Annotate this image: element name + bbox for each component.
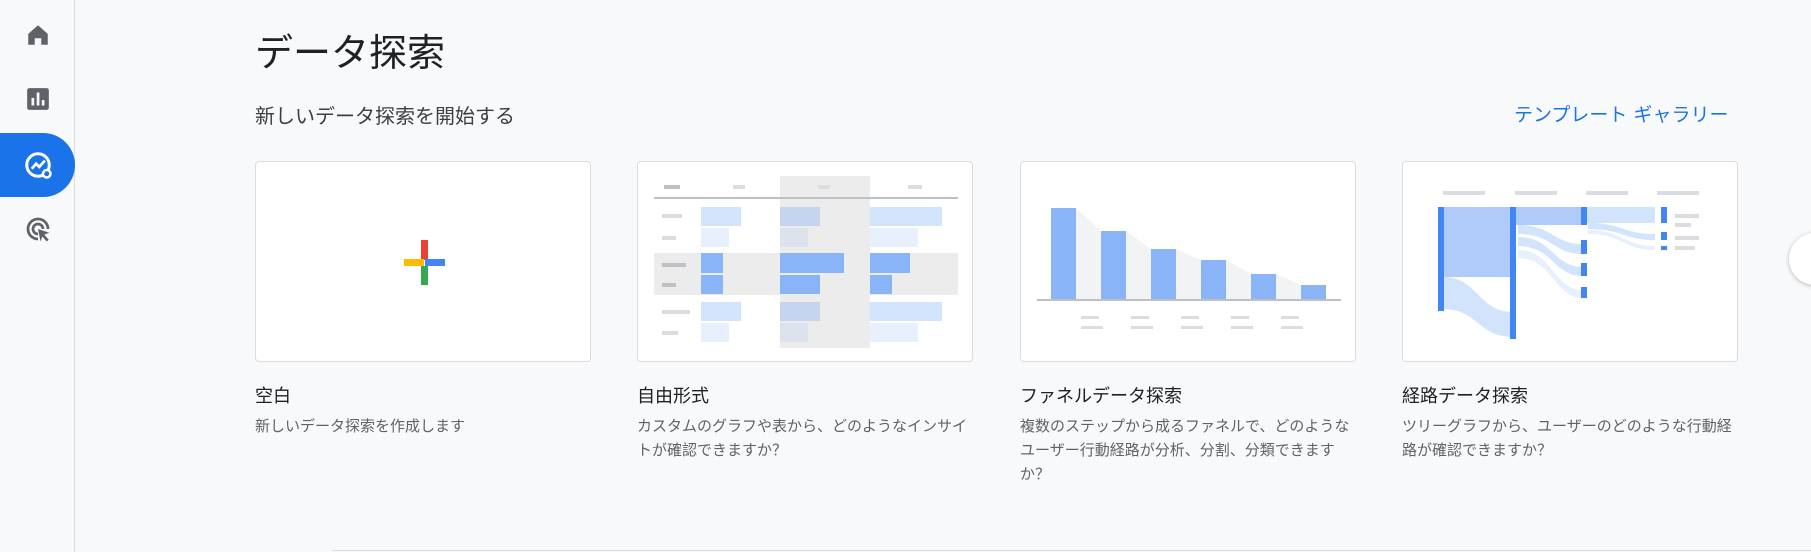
advertising-icon [26,217,49,242]
nav-explore[interactable] [0,133,75,197]
card-title: 経路データ探索 [1402,386,1528,407]
plus-icon [404,240,445,285]
card-thumbnail[interactable] [637,161,973,362]
nav-advertising[interactable] [0,197,75,261]
explore-icon [24,152,52,179]
card-blank[interactable]: 空白 新しいデータ探索を作成します [255,161,591,438]
carousel-next-button[interactable] [1789,233,1811,285]
table-illustration [654,176,958,348]
home-icon [27,25,48,45]
section-divider [332,550,1811,551]
nav-reports[interactable] [0,67,75,131]
card-description: ツリーグラフから、ユーザーのどのような行動経路が確認できますか？ [1402,417,1732,459]
card-description: 複数のステップから成るファネルで、どのようなユーザー行動経路が分析、分割、分類で… [1020,417,1350,483]
reports-icon [26,88,49,110]
template-gallery-link[interactable]: テンプレート ギャラリー [1514,100,1728,127]
section-subtitle: 新しいデータ探索を開始する [255,104,515,128]
main-content: データ探索 新しいデータ探索を開始する テンプレート ギャラリー 空白 新しいデ… [75,0,1811,552]
card-path[interactable]: 経路データ探索 ツリーグラフから、ユーザーのどのような行動経路が確認できますか？ [1402,161,1738,462]
card-free-form[interactable]: 自由形式 カスタムのグラフや表から、どのようなインサイトが確認できますか？ [637,161,973,462]
card-thumbnail[interactable] [1402,161,1738,362]
path-illustration [1438,191,1699,339]
page-title: データ探索 [255,31,446,75]
card-title: 空白 [255,386,291,407]
card-title: 自由形式 [637,386,709,407]
card-description: 新しいデータ探索を作成します [255,417,466,435]
chevron-right-icon [1804,248,1811,270]
funnel-illustration [1037,208,1341,329]
nav-home[interactable] [0,3,75,67]
card-description: カスタムのグラフや表から、どのようなインサイトが確認できますか？ [637,417,968,459]
card-funnel[interactable]: ファネルデータ探索 複数のステップから成るファネルで、どのようなユーザー行動経路… [1020,161,1356,486]
card-title: ファネルデータ探索 [1020,386,1182,407]
card-thumbnail[interactable] [1020,161,1356,362]
card-thumbnail[interactable] [255,161,591,362]
sidebar [0,0,75,552]
